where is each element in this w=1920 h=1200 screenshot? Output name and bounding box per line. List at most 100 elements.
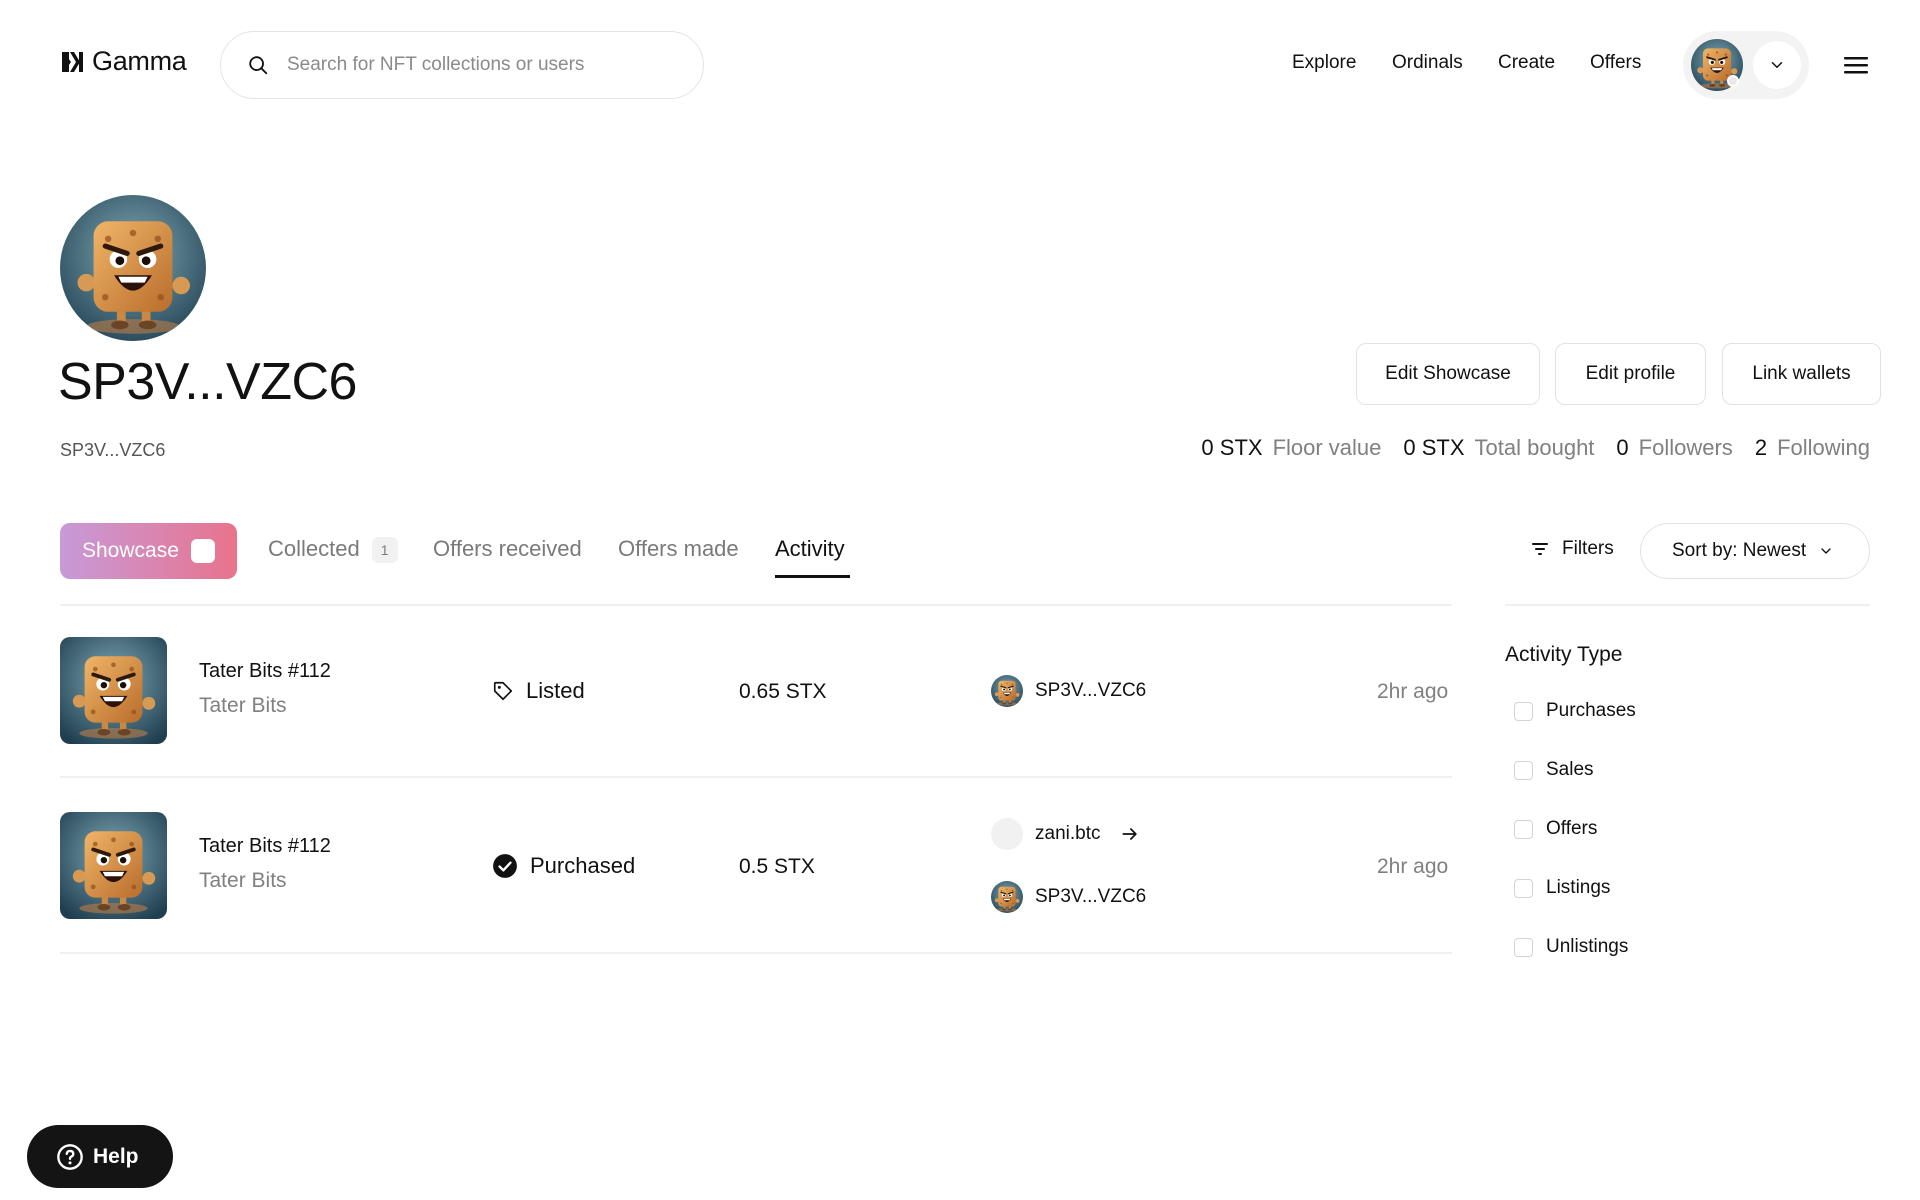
row-divider xyxy=(60,952,1452,954)
status-dot xyxy=(1727,75,1739,87)
edit-showcase-button[interactable]: Edit Showcase xyxy=(1356,343,1540,405)
edit-profile-button[interactable]: Edit profile xyxy=(1555,343,1706,405)
event-label: Purchased xyxy=(530,853,636,878)
tater-avatar-image xyxy=(991,675,1023,707)
account-menu[interactable] xyxy=(1683,31,1809,99)
avatar xyxy=(991,675,1023,707)
nav-create[interactable]: Create xyxy=(1498,52,1555,74)
to-user[interactable]: SP3V...VZC6 xyxy=(991,881,1146,913)
help-button[interactable]: Help xyxy=(27,1125,173,1188)
nft-thumbnail[interactable] xyxy=(60,637,167,744)
link-wallets-button[interactable]: Link wallets xyxy=(1722,343,1881,405)
arrow-right-icon xyxy=(1122,828,1138,840)
avatar xyxy=(991,818,1023,850)
check-circle-icon xyxy=(493,854,517,878)
tab-showcase[interactable]: Showcase xyxy=(60,523,237,579)
profile-avatar xyxy=(60,195,206,341)
tab-activity[interactable]: Activity xyxy=(775,536,845,562)
hamburger-menu-icon[interactable] xyxy=(1843,52,1869,78)
tag-icon xyxy=(493,681,513,701)
nav-ordinals[interactable]: Ordinals xyxy=(1392,52,1463,74)
price: 0.5 STX xyxy=(739,855,815,878)
sort-label: Sort by: Newest xyxy=(1672,540,1807,561)
event-type: Purchased xyxy=(492,853,635,879)
stat-value: 0 STX xyxy=(1403,435,1465,460)
user-address: SP3V...VZC6 xyxy=(1035,886,1147,907)
filter-label: Purchases xyxy=(1546,700,1636,721)
from-user[interactable]: SP3V...VZC6 xyxy=(991,675,1146,707)
tab-showcase-label: Showcase xyxy=(82,539,179,562)
showcase-toggle[interactable] xyxy=(190,539,215,563)
stat-value: 2 xyxy=(1754,435,1768,460)
nft-name[interactable]: Tater Bits #112 xyxy=(199,835,331,858)
price: 0.65 STX xyxy=(739,680,827,703)
collection-name[interactable]: Tater Bits xyxy=(199,869,287,893)
gamma-logo[interactable]: Gamma xyxy=(60,46,187,77)
list-divider xyxy=(60,604,1452,606)
stat-label: Followers xyxy=(1638,435,1733,460)
profile-name: SP3V...VZC6 xyxy=(58,353,357,411)
user-address: SP3V...VZC6 xyxy=(1035,680,1147,701)
tab-offers-received[interactable]: Offers received xyxy=(433,536,582,562)
activity-type-heading: Activity Type xyxy=(1505,643,1623,666)
profile-stats: 0 STX Floor value 0 STX Total bought 0 F… xyxy=(1201,435,1870,461)
from-user[interactable]: zani.btc xyxy=(991,818,1140,850)
stat-value: 0 STX xyxy=(1201,435,1263,460)
filters-label: Filters xyxy=(1562,538,1614,559)
stat-followers[interactable]: 0 Followers xyxy=(1616,435,1732,461)
timestamp: 2hr ago xyxy=(1377,855,1449,878)
filter-purchases[interactable]: Purchases xyxy=(1514,700,1636,722)
profile-address[interactable]: SP3V...VZC6 xyxy=(60,440,165,461)
tater-nft-image xyxy=(60,637,167,744)
collection-name[interactable]: Tater Bits xyxy=(199,694,287,718)
top-navigation-bar: Gamma Explore Ordinals Create Offers xyxy=(0,0,1920,130)
sort-dropdown[interactable]: Sort by: Newest xyxy=(1640,523,1870,579)
question-circle-icon xyxy=(57,1143,83,1170)
stat-value: 0 xyxy=(1616,435,1629,460)
stat-label: Floor value xyxy=(1272,435,1382,460)
stat-total-bought: 0 STX Total bought xyxy=(1403,435,1594,461)
checkbox[interactable] xyxy=(1514,760,1533,780)
search-bar[interactable] xyxy=(220,31,704,99)
checkbox[interactable] xyxy=(1514,819,1533,839)
checkbox[interactable] xyxy=(1514,878,1533,898)
filter-listings[interactable]: Listings xyxy=(1514,877,1610,899)
collected-count-badge: 1 xyxy=(371,537,398,564)
gamma-logo-icon xyxy=(62,51,83,72)
nav-explore[interactable]: Explore xyxy=(1292,52,1356,74)
nft-thumbnail[interactable] xyxy=(60,812,167,919)
filter-icon xyxy=(1532,543,1548,555)
filter-sales[interactable]: Sales xyxy=(1514,759,1594,781)
tater-nft-image xyxy=(60,812,167,919)
panel-divider xyxy=(1505,604,1870,606)
filters-button[interactable]: Filters xyxy=(1530,538,1614,560)
tab-collected[interactable]: Collected 1 xyxy=(268,536,398,564)
tab-offers-made[interactable]: Offers made xyxy=(618,536,739,562)
chevron-down-icon xyxy=(1821,548,1831,554)
filter-unlistings[interactable]: Unlistings xyxy=(1514,936,1628,958)
row-divider xyxy=(60,776,1452,778)
stat-label: Following xyxy=(1777,435,1870,460)
filter-label: Offers xyxy=(1546,818,1598,839)
checkbox[interactable] xyxy=(1514,701,1533,721)
stat-following[interactable]: 2 Following xyxy=(1755,435,1870,461)
filter-label: Listings xyxy=(1546,877,1611,898)
filter-label: Unlistings xyxy=(1546,936,1629,957)
filter-offers[interactable]: Offers xyxy=(1514,818,1597,840)
logo-text: Gamma xyxy=(92,46,187,76)
search-icon xyxy=(249,56,268,75)
account-dropdown-button[interactable] xyxy=(1753,41,1801,89)
help-label: Help xyxy=(93,1144,139,1168)
timestamp: 2hr ago xyxy=(1377,680,1449,703)
search-input[interactable] xyxy=(287,54,687,76)
active-tab-indicator xyxy=(775,575,850,578)
stat-label: Total bought xyxy=(1474,435,1595,460)
event-label: Listed xyxy=(526,678,585,703)
stat-floor-value: 0 STX Floor value xyxy=(1201,435,1381,461)
nft-name[interactable]: Tater Bits #112 xyxy=(199,660,331,683)
checkbox[interactable] xyxy=(1514,937,1533,957)
avatar xyxy=(991,881,1023,913)
nav-offers[interactable]: Offers xyxy=(1590,52,1641,74)
chevron-down-icon xyxy=(1771,62,1783,68)
tater-profile-image xyxy=(60,195,206,341)
